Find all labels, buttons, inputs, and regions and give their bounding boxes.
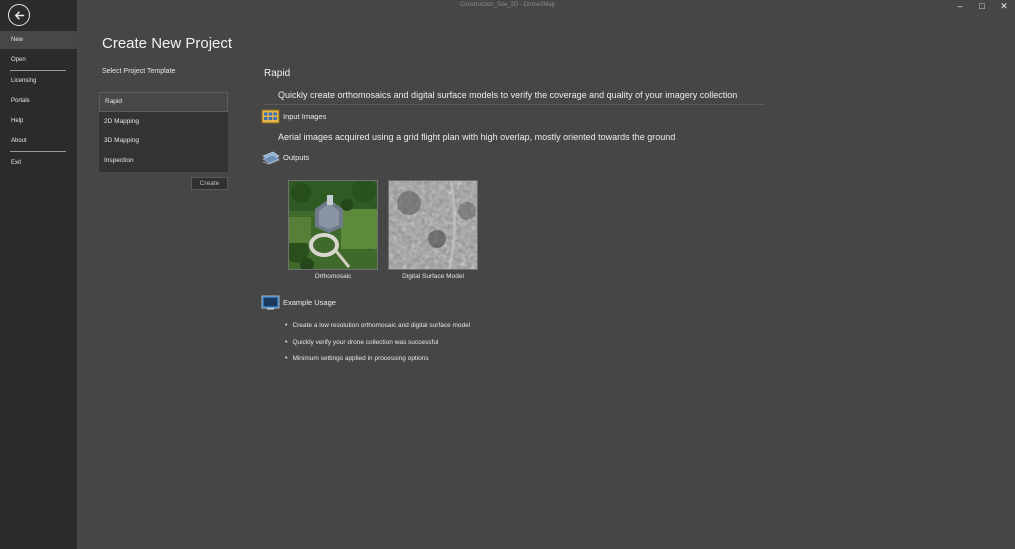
- list-item: • Quickly verify your drone collection wa…: [285, 338, 439, 346]
- template-detail-title: Rapid: [264, 68, 291, 79]
- dsm-thumbnail: [388, 180, 478, 270]
- close-icon[interactable]: ✕: [999, 1, 1009, 11]
- example-usage-icon: [261, 295, 280, 310]
- orthomosaic-thumbnail: [288, 180, 378, 270]
- template-caption: Select Project Template: [102, 68, 176, 75]
- divider: [264, 104, 764, 105]
- list-item: • Create a low resolution orthomosaic and…: [285, 322, 471, 329]
- template-3d-mapping[interactable]: 3D Mapping: [99, 131, 228, 151]
- template-inspection[interactable]: Inspection: [99, 151, 228, 171]
- usage-list: • Create a low resolution orthomosaic and…: [285, 321, 470, 371]
- maximize-icon[interactable]: □: [977, 1, 987, 11]
- outputs-icon: [262, 151, 280, 165]
- example-usage-label: Example Usage: [283, 298, 336, 307]
- list-item: • Minimum settings applied in processing …: [285, 355, 429, 362]
- orthomosaic-label: Orthomosaic: [314, 273, 352, 280]
- nav-exit[interactable]: Exit: [0, 154, 77, 172]
- nav-divider: [10, 151, 66, 152]
- template-description: Quickly create orthomosaics and digital …: [278, 90, 738, 100]
- nav-licensing[interactable]: Licensing: [0, 72, 77, 90]
- nav-new[interactable]: New: [0, 31, 77, 49]
- backstage-sidebar: New Open Licensing Portals Help About Ex…: [0, 0, 77, 549]
- template-list: Rapid 2D Mapping 3D Mapping Inspection: [99, 92, 228, 172]
- input-images-label: Input Images: [283, 112, 327, 121]
- input-images-description: Aerial images acquired using a grid flig…: [278, 132, 676, 142]
- input-images-heading: Input Images: [261, 109, 326, 124]
- dsm-label: Digital Surface Model: [402, 273, 464, 280]
- input-images-icon: [261, 109, 280, 124]
- minimize-icon[interactable]: –: [955, 1, 965, 11]
- nav-open[interactable]: Open: [0, 51, 77, 69]
- window-controls: – □ ✕: [955, 1, 1009, 11]
- nav-portals[interactable]: Portals: [0, 92, 77, 110]
- template-rapid[interactable]: Rapid: [99, 92, 228, 112]
- page-title: Create New Project: [102, 35, 233, 52]
- create-button[interactable]: Create: [191, 177, 228, 190]
- nav-divider: [10, 70, 66, 71]
- nav-help[interactable]: Help: [0, 112, 77, 130]
- template-2d-mapping[interactable]: 2D Mapping: [99, 112, 228, 132]
- outputs-label: Outputs: [283, 153, 310, 162]
- nav-about[interactable]: About: [0, 132, 77, 150]
- example-usage-heading: Example Usage: [261, 295, 336, 310]
- window-title: Construction_Site_2D - Drone2Map: [459, 2, 556, 8]
- outputs-heading: Outputs: [261, 150, 309, 165]
